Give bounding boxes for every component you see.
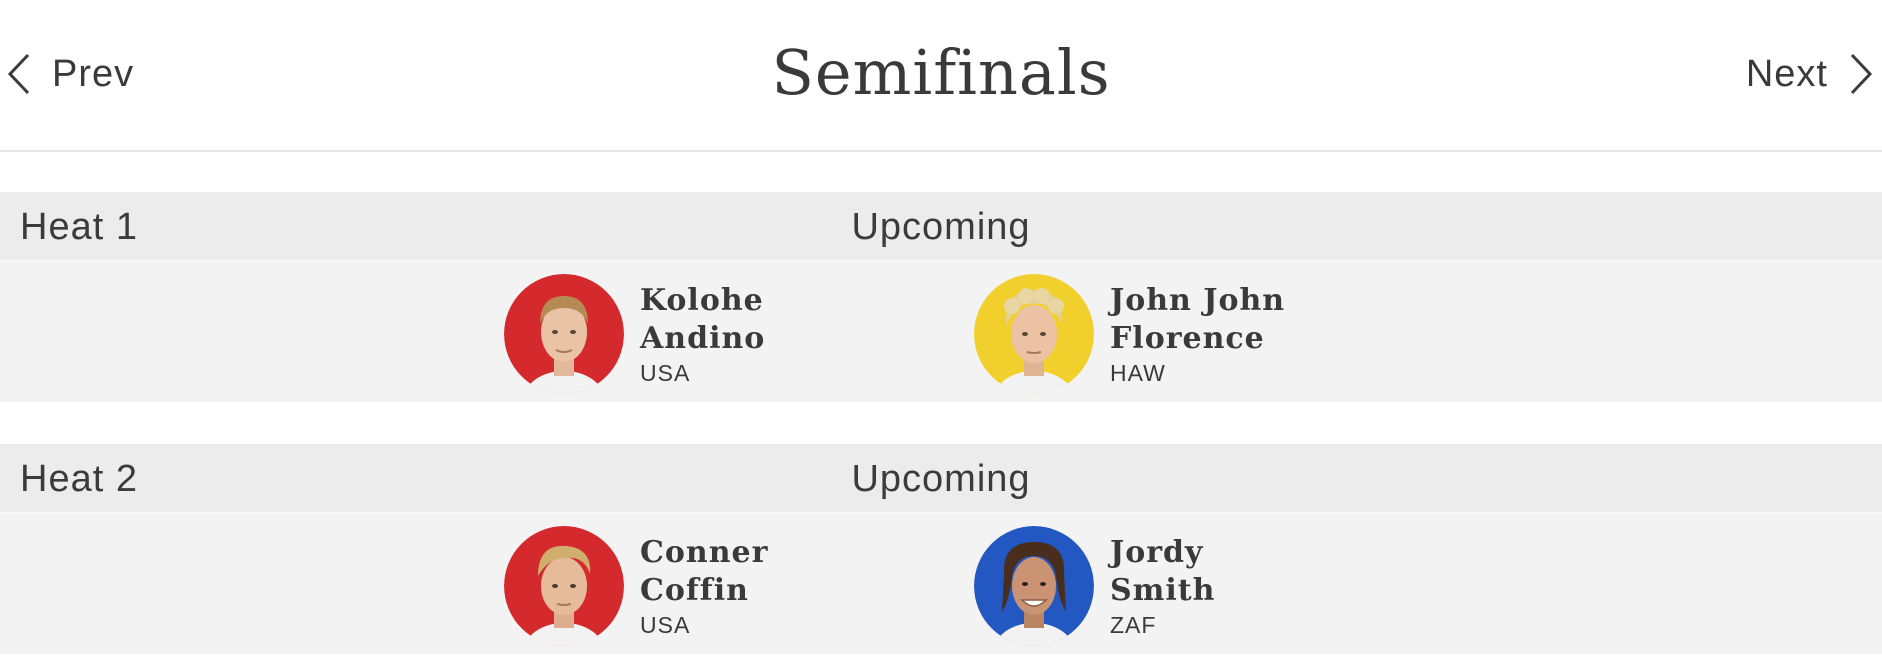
next-round-button[interactable]: Next — [1746, 44, 1876, 104]
athlete-first-name: John John — [1110, 283, 1286, 318]
athlete-country: ZAF — [1110, 612, 1157, 638]
heat-card: Heat 1 Upcoming Kolohe Andino USA John J… — [0, 192, 1882, 402]
athlete-card[interactable]: John John Florence HAW — [974, 274, 1285, 394]
athlete-country: HAW — [1110, 360, 1166, 386]
athlete-card[interactable]: Kolohe Andino USA — [504, 274, 765, 394]
athlete-first-name: Jordy — [1110, 535, 1204, 570]
athlete-first-name: Conner — [640, 535, 769, 570]
heat-header: Heat 1 Upcoming — [0, 192, 1882, 262]
athlete-country: USA — [640, 360, 691, 386]
athlete-last-name: Andino — [640, 321, 766, 356]
athlete-avatar — [974, 274, 1094, 394]
heat-matchup: Conner Coffin USA Jordy Smith ZAF — [0, 514, 1882, 654]
athlete-card[interactable]: Jordy Smith ZAF — [974, 526, 1215, 646]
athlete-avatar — [504, 274, 624, 394]
athlete-card[interactable]: Conner Coffin USA — [504, 526, 768, 646]
heat-status: Upcoming — [851, 458, 1031, 500]
next-label: Next — [1745, 52, 1828, 95]
heat-matchup: Kolohe Andino USA John John Florence HAW — [0, 262, 1882, 402]
heat-card: Heat 2 Upcoming Conner Coffin USA Jordy … — [0, 444, 1882, 654]
athlete-first-name: Kolohe — [640, 283, 764, 318]
page-title: Semifinals — [771, 36, 1111, 109]
athlete-avatar — [504, 526, 624, 646]
heat-status: Upcoming — [851, 206, 1031, 248]
round-header: Prev Semifinals Next — [0, 0, 1882, 152]
chevron-right-icon — [1850, 53, 1873, 95]
athlete-avatar — [974, 526, 1094, 646]
heat-header: Heat 2 Upcoming — [0, 444, 1882, 514]
athlete-last-name: Coffin — [640, 573, 749, 608]
athlete-last-name: Smith — [1110, 573, 1216, 608]
athlete-last-name: Florence — [1110, 321, 1265, 356]
athlete-country: USA — [640, 612, 691, 638]
